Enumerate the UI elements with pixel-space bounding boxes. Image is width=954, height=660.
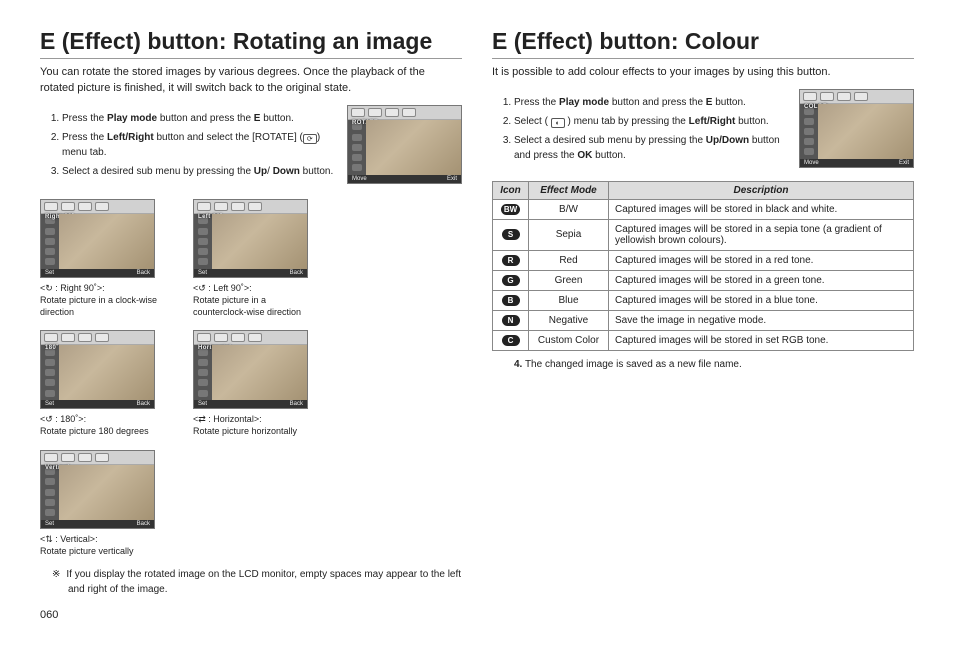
- th-icon: Icon: [493, 181, 529, 199]
- table-row: BW B/W Captured images will be stored in…: [493, 199, 914, 219]
- right-step-1: Press the Play mode button and press the…: [514, 95, 789, 110]
- thumb-lcd: Horizontal SetBack: [193, 330, 308, 409]
- right-step-2: Select ( ◐ ) menu tab by pressing the Le…: [514, 114, 789, 129]
- cell-icon: BW: [493, 199, 529, 219]
- cell-desc: Captured images will be stored in a gree…: [609, 270, 914, 290]
- green-icon: G: [502, 275, 520, 286]
- left-steps: Press the Play mode button and press the…: [62, 111, 337, 183]
- right-lcd-main: COLOR MoveExit: [799, 89, 914, 168]
- thumb-cell: Left 90˚ SetBack <↺ : Left 90˚>: Rotate …: [193, 199, 318, 318]
- th-mode: Effect Mode: [529, 181, 609, 199]
- table-row: N Negative Save the image in negative mo…: [493, 310, 914, 330]
- cell-mode: Sepia: [529, 219, 609, 250]
- palette-icon: ◐: [551, 118, 565, 128]
- cell-icon: S: [493, 219, 529, 250]
- thumb-lcd: Vertical SetBack: [40, 450, 155, 529]
- negative-icon: N: [502, 315, 520, 326]
- effect-table: Icon Effect Mode Description BW B/W Capt…: [492, 181, 914, 351]
- red-icon: R: [502, 255, 520, 266]
- lcd-tabs: [348, 106, 461, 120]
- cell-icon: C: [493, 330, 529, 350]
- cell-mode: Negative: [529, 310, 609, 330]
- cell-desc: Save the image in negative mode.: [609, 310, 914, 330]
- left-column: E (Effect) button: Rotating an image You…: [40, 28, 462, 621]
- thumb-caption: <↺ : Left 90˚>: Rotate picture in a coun…: [193, 282, 318, 318]
- cell-mode: Red: [529, 250, 609, 270]
- custom-icon: C: [502, 335, 520, 346]
- thumb-caption: <⇄ : Horizontal>: Rotate picture horizon…: [193, 413, 318, 437]
- right-steps: Press the Play mode button and press the…: [514, 95, 789, 167]
- thumb-caption: <↻ : Right 90˚>: Rotate picture in a clo…: [40, 282, 165, 318]
- bw-icon: BW: [501, 204, 520, 215]
- thumb-label: 180˚: [45, 345, 59, 351]
- right-column: E (Effect) button: Colour It is possible…: [492, 28, 914, 621]
- lcd-photo: [366, 120, 461, 175]
- right-step-3: Select a desired sub menu by pressing th…: [514, 133, 789, 163]
- lcd-photo: [818, 104, 913, 159]
- right-heading: E (Effect) button: Colour: [492, 28, 914, 59]
- left-step-1: Press the Play mode button and press the…: [62, 111, 337, 126]
- lcd-side-menu: [800, 104, 818, 159]
- lcd-bl: Move: [804, 160, 819, 166]
- cell-desc: Captured images will be stored in set RG…: [609, 330, 914, 350]
- cell-icon: G: [493, 270, 529, 290]
- cell-desc: Captured images will be stored in a red …: [609, 250, 914, 270]
- thumb-cell: 180˚ SetBack <↺ : 180˚>: Rotate picture …: [40, 330, 165, 437]
- th-desc: Description: [609, 181, 914, 199]
- cell-icon: N: [493, 310, 529, 330]
- cell-icon: R: [493, 250, 529, 270]
- thumb-caption: <↺ : 180˚>: Rotate picture 180 degrees: [40, 413, 165, 437]
- cell-mode: Custom Color: [529, 330, 609, 350]
- thumb-lcd: 180˚ SetBack: [40, 330, 155, 409]
- cell-desc: Captured images will be stored in a blue…: [609, 290, 914, 310]
- left-step-3: Select a desired sub menu by pressing th…: [62, 164, 337, 179]
- right-followup: 4. The changed image is saved as a new f…: [514, 359, 914, 370]
- left-lcd-main: ROTATE MoveExit: [347, 105, 462, 184]
- thumb-cell: Horizontal SetBack <⇄ : Horizontal>: Rot…: [193, 330, 318, 437]
- table-row: S Sepia Captured images will be stored i…: [493, 219, 914, 250]
- cell-mode: Blue: [529, 290, 609, 310]
- table-row: G Green Captured images will be stored i…: [493, 270, 914, 290]
- cell-icon: B: [493, 290, 529, 310]
- cell-desc: Captured images will be stored in a sepi…: [609, 219, 914, 250]
- table-row: R Red Captured images will be stored in …: [493, 250, 914, 270]
- blue-icon: B: [502, 295, 520, 306]
- lcd-br: Exit: [899, 160, 909, 166]
- thumb-cell: Vertical SetBack <⇅ : Vertical>: Rotate …: [40, 450, 165, 557]
- thumb-cell: Right 90˚ SetBack <↻ : Right 90˚>: Rotat…: [40, 199, 165, 318]
- thumb-caption: <⇅ : Vertical>: Rotate picture verticall…: [40, 533, 165, 557]
- left-intro: You can rotate the stored images by vari…: [40, 65, 462, 97]
- thumb-grid: Right 90˚ SetBack <↻ : Right 90˚>: Rotat…: [40, 199, 462, 557]
- left-heading: E (Effect) button: Rotating an image: [40, 28, 462, 59]
- left-note: If you display the rotated image on the …: [68, 567, 462, 597]
- sepia-icon: S: [502, 229, 520, 240]
- thumb-lcd: Left 90˚ SetBack: [193, 199, 308, 278]
- lcd-side-menu: [348, 120, 366, 175]
- cell-desc: Captured images will be stored in black …: [609, 199, 914, 219]
- lcd-tabs: [800, 90, 913, 104]
- right-intro: It is possible to add colour effects to …: [492, 65, 914, 81]
- table-row: B Blue Captured images will be stored in…: [493, 290, 914, 310]
- page-number: 060: [40, 609, 462, 621]
- left-step-2: Press the Left/Right button and select t…: [62, 130, 337, 160]
- thumb-lcd: Right 90˚ SetBack: [40, 199, 155, 278]
- cell-mode: Green: [529, 270, 609, 290]
- rotate-icon: ⟳: [303, 134, 317, 144]
- cell-mode: B/W: [529, 199, 609, 219]
- table-row: C Custom Color Captured images will be s…: [493, 330, 914, 350]
- lcd-bl: Move: [352, 176, 367, 182]
- lcd-br: Exit: [447, 176, 457, 182]
